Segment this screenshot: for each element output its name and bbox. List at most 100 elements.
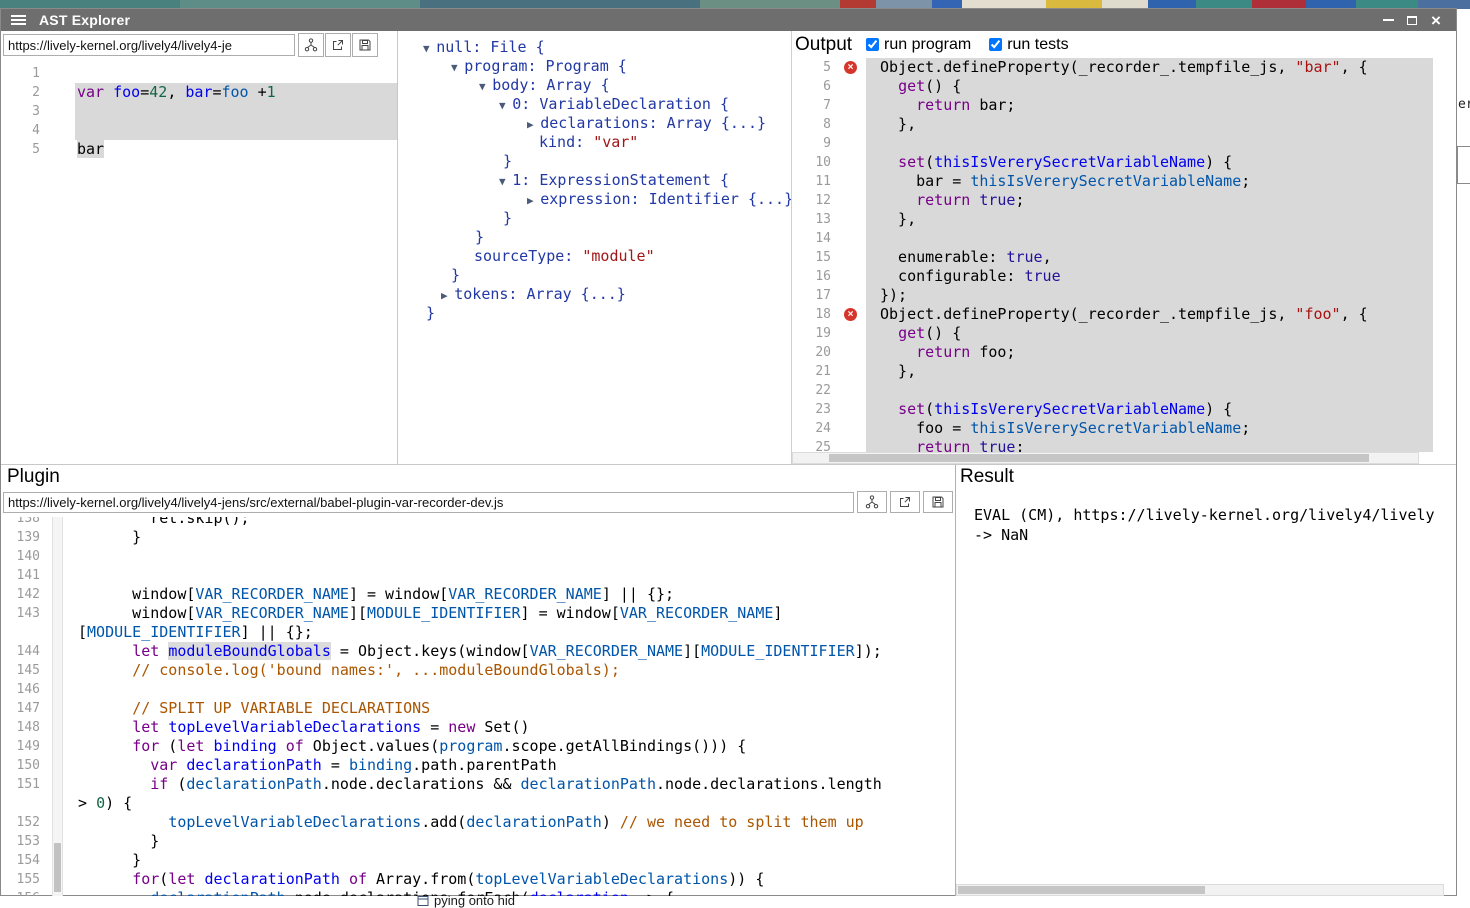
line-number: 5 bbox=[1, 140, 49, 159]
code-line: 11 bar = thisIsVererySecretVariableName; bbox=[792, 172, 1433, 191]
source-url-input[interactable] bbox=[3, 34, 295, 56]
line-number: 25 bbox=[792, 438, 840, 452]
code-line: 1 bbox=[1, 64, 397, 83]
code-line: 149 for (let binding of Object.values(pr… bbox=[1, 737, 955, 756]
line-number: 17 bbox=[792, 286, 840, 305]
code-line: 10 set(thisIsVererySecretVariableName) { bbox=[792, 153, 1433, 172]
error-marker-icon[interactable]: × bbox=[844, 61, 857, 74]
result-line: EVAL (CM), https://lively-kernel.org/liv… bbox=[974, 505, 1444, 525]
code-line: 23 set(thisIsVererySecretVariableName) { bbox=[792, 400, 1433, 419]
title-bar[interactable]: AST Explorer × bbox=[1, 9, 1456, 31]
code-text: foo = thisIsVererySecretVariableName; bbox=[866, 419, 1433, 438]
disclosure-triangle-icon[interactable]: ▶ bbox=[527, 118, 540, 131]
gutter-marker-slot bbox=[840, 286, 866, 305]
checkbox-label: run program bbox=[884, 36, 971, 54]
code-text: ▶ tokens: Array {...} bbox=[423, 285, 626, 304]
code-text bbox=[76, 566, 955, 585]
code-line: ▼ 1: ExpressionStatement { bbox=[423, 171, 791, 190]
disclosure-triangle-icon[interactable]: ▼ bbox=[499, 175, 512, 188]
save-button[interactable] bbox=[352, 33, 378, 57]
plugin-editor-wrap: 138 ret.skip();139 }140141142 window[VAR… bbox=[1, 517, 955, 896]
error-marker-icon[interactable]: × bbox=[844, 308, 857, 321]
code-text: } bbox=[423, 228, 484, 247]
code-line: ▶ tokens: Array {...} bbox=[423, 285, 791, 304]
disclosure-triangle-icon[interactable]: ▼ bbox=[423, 42, 436, 55]
gutter-marker-slot bbox=[840, 267, 866, 286]
versions-icon bbox=[865, 495, 879, 509]
code-line: ▼ null: File { bbox=[423, 38, 791, 57]
scrollbar-thumb[interactable] bbox=[958, 886, 1205, 894]
line-number: 13 bbox=[792, 210, 840, 229]
code-text: Object.defineProperty(_recorder_.tempfil… bbox=[866, 58, 1433, 77]
result-output: EVAL (CM), https://lively-kernel.org/liv… bbox=[956, 491, 1444, 884]
disclosure-triangle-icon[interactable]: ▶ bbox=[441, 289, 454, 302]
code-line: 4 bbox=[1, 121, 397, 140]
ast-tree[interactable]: ▼ null: File {▼ program: Program {▼ body… bbox=[423, 38, 791, 323]
output-horizontal-scrollbar[interactable] bbox=[792, 452, 1419, 464]
code-text: ret.skip(); bbox=[76, 517, 955, 528]
code-line: 140 bbox=[1, 547, 955, 566]
plugin-open-external-button[interactable] bbox=[890, 491, 920, 513]
disclosure-triangle-icon[interactable]: ▼ bbox=[451, 61, 464, 74]
versions-button[interactable] bbox=[298, 33, 324, 57]
plugin-pane: Plugin 138 ret.skip();139 }140141142 win… bbox=[1, 465, 956, 896]
code-text: var foo=42, bar=foo +1 bbox=[75, 83, 397, 102]
gutter-marker-slot bbox=[49, 83, 75, 102]
plugin-url-input[interactable] bbox=[3, 492, 854, 513]
code-line: } bbox=[423, 152, 791, 171]
code-text bbox=[75, 102, 397, 121]
line-number: 144 bbox=[1, 642, 49, 661]
gutter-marker-slot: × bbox=[840, 58, 866, 77]
disclosure-triangle-icon[interactable]: ▶ bbox=[527, 194, 540, 207]
close-button[interactable]: × bbox=[1424, 10, 1448, 30]
output-code-editor[interactable]: 5×Object.defineProperty(_recorder_.tempf… bbox=[792, 58, 1433, 452]
checkbox[interactable] bbox=[989, 38, 1002, 51]
code-line: 150 var declarationPath = binding.path.p… bbox=[1, 756, 955, 775]
code-text: ▶ expression: Identifier {...} bbox=[423, 190, 791, 209]
code-line: 139 } bbox=[1, 528, 955, 547]
gutter-marker-slot bbox=[840, 210, 866, 229]
plugin-toolbar bbox=[1, 489, 955, 515]
hamburger-menu-icon[interactable] bbox=[11, 15, 26, 17]
maximize-button[interactable] bbox=[1400, 10, 1424, 30]
open-external-button[interactable] bbox=[325, 33, 351, 57]
disclosure-triangle-icon[interactable]: ▼ bbox=[499, 99, 512, 112]
code-line: 14 bbox=[792, 229, 1433, 248]
line-number: 16 bbox=[792, 267, 840, 286]
source-code-editor[interactable]: 12var foo=42, bar=foo +1345bar bbox=[1, 59, 397, 464]
line-number: 6 bbox=[792, 77, 840, 96]
run-option[interactable]: run program bbox=[866, 36, 971, 54]
line-number: 155 bbox=[1, 870, 49, 889]
code-text bbox=[76, 680, 955, 699]
code-line: 147 // SPLIT UP VARIABLE DECLARATIONS bbox=[1, 699, 955, 718]
code-text bbox=[866, 134, 1433, 153]
clipped-right-box bbox=[1457, 146, 1470, 184]
code-text: for (let binding of Object.values(progra… bbox=[76, 737, 955, 756]
scrollbar-thumb[interactable] bbox=[829, 454, 1369, 462]
disclosure-triangle-icon[interactable]: ▼ bbox=[479, 80, 492, 93]
line-number bbox=[1, 794, 49, 813]
code-line: 6 get() { bbox=[792, 77, 1433, 96]
line-number: 146 bbox=[1, 680, 49, 699]
line-number: 141 bbox=[1, 566, 49, 585]
bottom-section: Plugin 138 ret.skip();139 }140141142 win… bbox=[1, 464, 1456, 895]
line-number: 14 bbox=[792, 229, 840, 248]
checkbox-label: run tests bbox=[1007, 36, 1068, 54]
checkbox[interactable] bbox=[866, 38, 879, 51]
code-text: kind: "var" bbox=[423, 133, 638, 152]
gutter-marker-slot bbox=[840, 96, 866, 115]
run-option[interactable]: run tests bbox=[989, 36, 1068, 54]
code-line: 146 bbox=[1, 680, 955, 699]
plugin-versions-button[interactable] bbox=[857, 491, 887, 513]
result-horizontal-scrollbar[interactable] bbox=[956, 884, 1444, 896]
ast-explorer-window: AST Explorer × 12var foo=42, bar= bbox=[0, 8, 1457, 896]
plugin-code-editor[interactable]: 138 ret.skip();139 }140141142 window[VAR… bbox=[1, 517, 955, 896]
minimize-button[interactable] bbox=[1376, 10, 1400, 30]
plugin-vertical-scrollbar[interactable] bbox=[52, 517, 63, 896]
scrollbar-thumb[interactable] bbox=[54, 843, 61, 892]
minimize-icon bbox=[1383, 19, 1394, 21]
code-text: ▼ 0: VariableDeclaration { bbox=[423, 95, 729, 114]
line-number: 152 bbox=[1, 813, 49, 832]
line-number: 12 bbox=[792, 191, 840, 210]
plugin-save-button[interactable] bbox=[923, 491, 953, 513]
